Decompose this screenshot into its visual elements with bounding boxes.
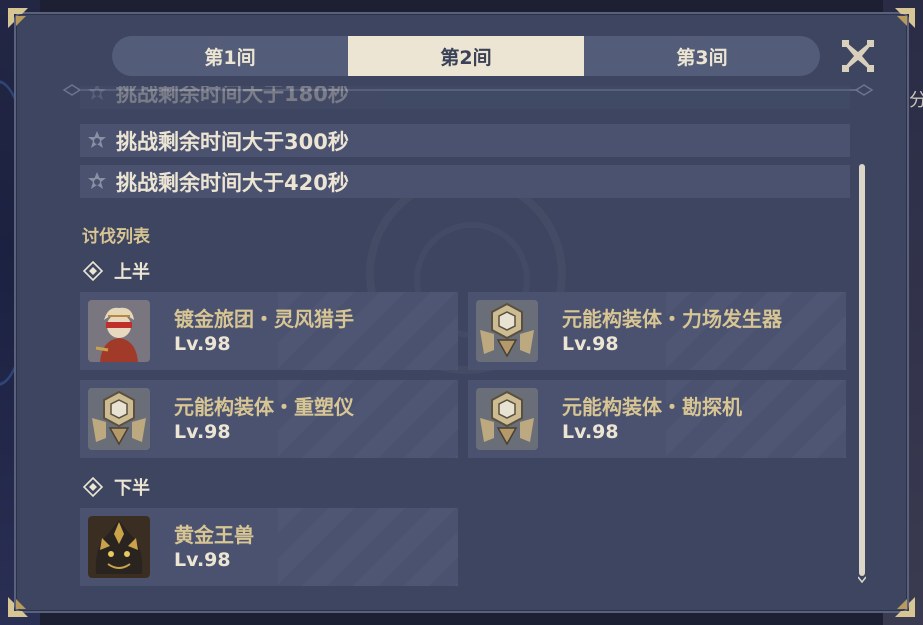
enemy-level: Lv.98 xyxy=(174,549,231,571)
construct-avatar xyxy=(476,388,538,450)
chamber-tabs: 第1间 第2间 第3间 xyxy=(112,36,820,76)
scroll-end-icon xyxy=(858,576,866,584)
corner-ornament-icon xyxy=(889,591,917,619)
first-half-label: 上半 xyxy=(114,262,150,283)
star-icon xyxy=(88,130,106,148)
condition-text: 挑战剩余时间大于180秒 xyxy=(116,86,349,106)
second-half-label: 下半 xyxy=(114,478,150,499)
enemy-card[interactable]: 镀金旅团・灵风猎手 Lv.98 xyxy=(80,292,458,370)
condition-row: 挑战剩余时间大于300秒 xyxy=(80,124,850,157)
star-icon xyxy=(88,86,106,100)
enemy-list-title: 讨伐列表 xyxy=(82,227,150,247)
enemy-card[interactable]: 元能构装体・勘探机 Lv.98 xyxy=(468,380,846,458)
scrollbar[interactable] xyxy=(858,164,866,584)
construct-avatar xyxy=(476,300,538,362)
corner-ornament-icon xyxy=(6,591,34,619)
diamond-icon xyxy=(82,260,104,282)
abyss-chamber-panel: 第1间 第2间 第3间 挑战剩余时间大于180秒 挑战剩余时间大于300秒 挑战… xyxy=(14,12,909,613)
chamber-details-scroll[interactable]: 挑战剩余时间大于180秒 挑战剩余时间大于300秒 挑战剩余时间大于420秒 讨… xyxy=(80,86,850,586)
tab-chamber-3[interactable]: 第3间 xyxy=(584,36,820,76)
enemy-level: Lv.98 xyxy=(174,421,231,443)
condition-text: 挑战剩余时间大于300秒 xyxy=(116,129,349,154)
enemy-card[interactable]: 黄金王兽 Lv.98 xyxy=(80,508,458,586)
enemy-name: 元能构装体・力场发生器 xyxy=(562,307,782,331)
enemy-card[interactable]: 元能构装体・重塑仪 Lv.98 xyxy=(80,380,458,458)
star-icon xyxy=(88,171,106,189)
corner-ornament-icon xyxy=(889,6,917,34)
condition-text: 挑战剩余时间大于420秒 xyxy=(116,170,349,195)
construct-avatar xyxy=(88,388,150,450)
condition-row: 挑战剩余时间大于180秒 xyxy=(80,86,850,109)
enemy-name: 镀金旅团・灵风猎手 xyxy=(174,307,354,331)
tab-chamber-1[interactable]: 第1间 xyxy=(112,36,348,76)
background-text: 分 xyxy=(909,90,923,111)
enemy-name: 元能构装体・重塑仪 xyxy=(174,395,354,419)
golden-wolflord-avatar xyxy=(88,516,150,578)
diamond-icon xyxy=(82,476,104,498)
scrollbar-thumb[interactable] xyxy=(859,164,865,576)
first-half-header: 上半 xyxy=(82,258,150,284)
second-half-header: 下半 xyxy=(82,474,150,500)
enemy-name: 元能构装体・勘探机 xyxy=(562,395,742,419)
enemy-level: Lv.98 xyxy=(562,421,619,443)
gilded-brigade-avatar xyxy=(88,300,150,362)
condition-row: 挑战剩余时间大于420秒 xyxy=(80,165,850,198)
enemy-name: 黄金王兽 xyxy=(174,523,254,547)
tab-chamber-2[interactable]: 第2间 xyxy=(348,36,584,76)
corner-ornament-icon xyxy=(6,6,34,34)
enemy-card[interactable]: 元能构装体・力场发生器 Lv.98 xyxy=(468,292,846,370)
enemy-level: Lv.98 xyxy=(174,333,231,355)
close-icon[interactable] xyxy=(840,38,876,74)
enemy-level: Lv.98 xyxy=(562,333,619,355)
